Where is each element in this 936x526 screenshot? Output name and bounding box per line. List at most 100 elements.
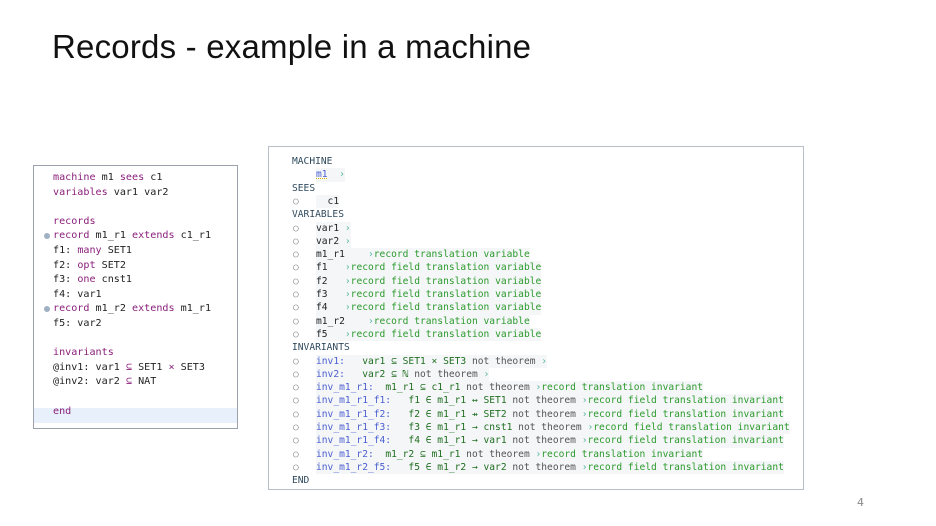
translation-row[interactable]: ○ inv_m1_r1_f3: f3 ∈ m1_r1 → cnst1 not th… [269,421,803,435]
element-text: not theorem [466,355,542,367]
code-text: var1 var2 [107,186,169,198]
comment-text: record field translation invariant [587,461,784,473]
code-text: NAT [132,376,157,388]
element-label[interactable]: inv_m1_r1_f3: [316,422,408,433]
row-content: m1_r1 ›record translation variable [316,248,530,262]
translation-row[interactable]: ○ c1 [269,194,803,209]
element-text: var1 [316,222,340,234]
code-line[interactable]: f3: one cnst1 [53,273,132,288]
translation-row[interactable]: ○ inv1: var1 ⊆ SET1 × SET3 not theorem › [269,354,803,368]
bullet-icon: ○ [293,461,299,473]
element-label[interactable]: inv2: [316,369,362,380]
code-line[interactable]: record m1_r1 extends c1_r1 [44,229,212,244]
keyword: end [53,405,72,417]
element-text: m1_r2 ⊆ m1_r1 [385,448,461,460]
translation-row[interactable]: ○ var2 › [269,234,803,249]
translation-row[interactable]: ○ inv_m1_r1_f2: f2 ∈ m1_r1 ⇸ SET2 not the… [269,407,803,421]
element-label[interactable]: inv_m1_r1_f2: [316,409,408,420]
fold-toggle-icon[interactable] [44,306,50,313]
keyword: opt [77,259,96,271]
bullet-icon: ○ [293,262,299,274]
code-line[interactable]: f4: var1 [53,288,102,303]
element-label[interactable]: m1 [316,169,328,180]
code-line[interactable]: variables var1 var2 [53,186,168,201]
translation-row[interactable]: ○ f4 ›record field translation variable [269,301,803,315]
row-content: var2 › [316,234,351,249]
code-line[interactable]: invariants [53,346,114,361]
row-content: inv_m1_r1_f3: f3 ∈ m1_r1 → cnst1 not the… [316,421,790,435]
element-label[interactable]: inv1: [316,356,362,367]
bullet-icon: ○ [293,382,299,394]
element-text: m1_r1 [316,249,368,261]
comment-text: record translation variable [373,315,530,327]
translation-row[interactable]: ○ m1_r1 ›record translation variable [269,248,803,262]
keyword: machine [53,172,96,183]
code-text: SET1 [132,361,169,373]
comment-text: record field translation variable [350,328,542,340]
translation-row[interactable]: ○ inv2: var2 ⊆ ℕ not theorem › [269,367,803,382]
bullet-icon: ○ [293,195,299,207]
comment-text: record field translation invariant [587,408,784,420]
comment-arrow-icon: › [327,169,345,181]
code-text: m1 [95,172,120,183]
event-b-editor[interactable]: machine m1 sees c1 variables var1 var2 rec… [33,165,238,429]
translation-row[interactable]: ○ inv_m1_r2_f5: f5 ∈ m1_r2 → var2 not the… [269,460,803,475]
code-line[interactable]: records [53,215,96,230]
translation-view[interactable]: MACHINE m1 › SEES ○ c1 VARIABLES ○ var1 › ○ var2… [268,146,804,490]
translation-row[interactable]: ○ f2 ›record field translation variable [269,274,803,288]
fold-toggle-icon[interactable] [44,233,50,240]
row-content: inv_m1_r1: m1_r1 ⊆ c1_r1 not theorem ›re… [316,381,704,395]
code-line[interactable]: machine m1 sees c1 [53,171,162,186]
comment-arrow-icon: › [541,355,548,367]
code-line[interactable]: f2: opt SET2 [53,259,126,274]
comment-text: record translation invariant [541,448,704,460]
translation-row[interactable]: ○ inv_m1_r1_f4: f4 ∈ m1_r1 → var1 not the… [269,434,803,448]
code-line[interactable]: f5: var2 [53,317,102,332]
translation-row[interactable]: m1 › [269,168,803,182]
element-text: f4 ∈ m1_r1 → var1 [408,435,507,447]
bullet-icon: ○ [293,235,299,247]
element-text: f3 [316,289,345,300]
code-line[interactable]: f1: many SET1 [53,244,132,259]
element-text: not theorem [506,435,582,447]
row-content: inv_m1_r1_f1: f1 ∈ m1_r1 ↔ SET1 not theo… [316,394,784,408]
code-line[interactable]: record m1_r2 extends m1_r1 [44,302,211,317]
element-text: f5 ∈ m1_r2 → var2 [408,461,507,473]
bullet-icon: ○ [293,435,299,447]
element-label[interactable]: inv_m1_r1_f4: [316,435,408,446]
element-text: var2 [316,235,340,247]
code-line[interactable]: @inv2: var2 ⊆ NAT [53,375,156,390]
keyword: extends [132,230,175,242]
element-label[interactable]: inv_m1_r1: [316,382,385,393]
translation-row[interactable]: ○ f5 ›record field translation variable [269,327,803,342]
translation-row[interactable]: ○ f1 ›record field translation variable [269,261,803,275]
translation-row[interactable]: ○ var1 › [269,221,803,235]
code-line[interactable]: @inv1: var1 ⊆ SET1 × SET3 [53,361,205,376]
code-text: SET3 [174,361,205,373]
translation-row[interactable]: ○ inv_m1_r2: m1_r2 ⊆ m1_r1 not theorem ›r… [269,447,803,461]
comment-text: record field translation invariant [593,422,790,433]
section-header: VARIABLES [292,209,344,221]
bullet-icon: ○ [293,289,299,300]
element-label[interactable]: inv_m1_r2: [316,449,385,460]
comment-text: record field translation invariant [587,435,784,447]
translation-row[interactable]: ○ inv_m1_r1_f1: f1 ∈ m1_r1 ↔ SET1 not the… [269,394,803,408]
translation-row[interactable]: ○ f3 ›record field translation variable [269,288,803,302]
comment-arrow-icon: › [483,368,490,380]
translation-row[interactable]: ○ m1_r2 ›record translation variable [269,314,803,328]
comment-text: record field translation variable [350,302,542,314]
row-content: m1_r2 ›record translation variable [316,314,530,328]
comment-text: record translation invariant [541,382,704,394]
row-content: inv_m1_r2_f5: f5 ∈ m1_r2 → var2 not theo… [316,460,784,475]
bullet-icon: ○ [293,222,299,234]
code-text: c1_r1 [174,230,212,242]
code-text: @inv1: var1 [53,361,126,373]
element-text: var1 ⊆ SET1 × SET3 [362,355,467,367]
element-label[interactable]: inv_m1_r2_f5: [316,462,408,473]
element-text: not theorem [408,368,484,380]
element-text: f2 ∈ m1_r1 ⇸ SET2 [408,408,507,420]
translation-row[interactable]: ○ inv_m1_r1: m1_r1 ⊆ c1_r1 not theorem ›r… [269,381,803,395]
code-line[interactable]: end [53,405,71,420]
element-label[interactable]: inv_m1_r1_f1: [316,395,408,406]
bullet-icon: ○ [293,368,299,380]
